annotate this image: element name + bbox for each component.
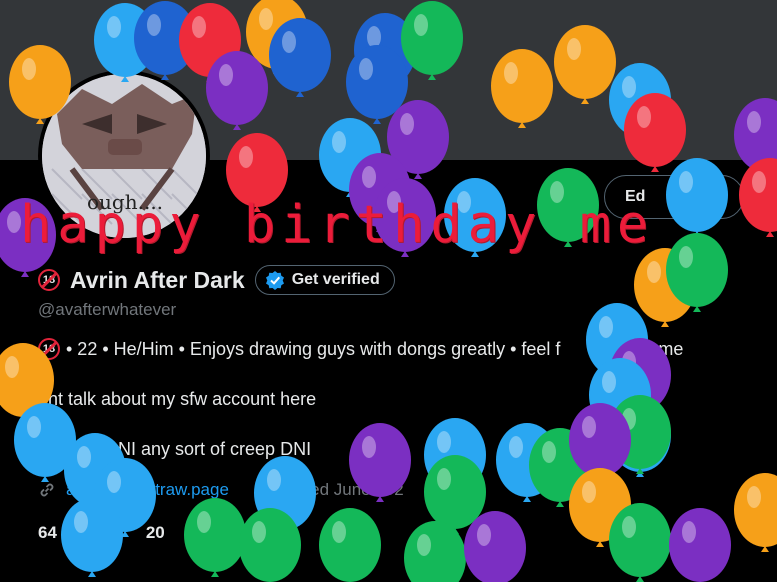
balloon	[624, 93, 686, 172]
balloon	[669, 508, 731, 582]
balloon	[464, 511, 526, 582]
balloon	[184, 498, 246, 577]
birthday-overlay-text: happy birthday me	[20, 195, 655, 255]
balloon-overlay	[0, 0, 777, 582]
balloon	[609, 503, 671, 582]
balloon	[666, 158, 728, 237]
balloon	[739, 158, 777, 237]
balloon	[734, 473, 777, 552]
balloon	[269, 18, 331, 97]
balloon	[491, 49, 553, 128]
balloon	[404, 521, 466, 582]
balloon	[349, 423, 411, 502]
balloon	[319, 508, 381, 582]
balloon	[61, 498, 123, 577]
balloon	[206, 51, 268, 130]
balloon	[239, 508, 301, 582]
balloon	[554, 25, 616, 104]
balloon	[9, 45, 71, 124]
